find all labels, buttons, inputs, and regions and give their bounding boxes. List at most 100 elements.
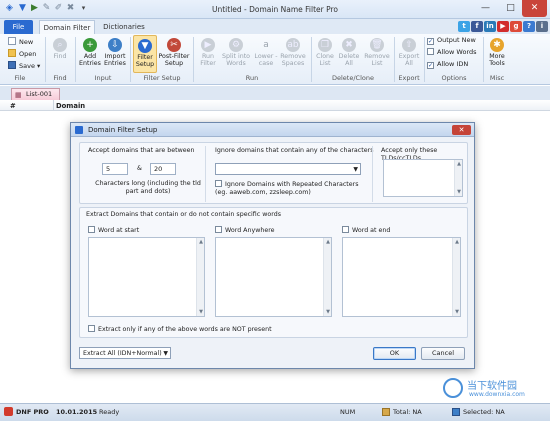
play-icon: ▶ — [201, 38, 215, 52]
lowercase-button[interactable]: a Lower -case — [253, 38, 279, 67]
menu-bar: File Domain Filter Dictionaries t f in ▶… — [0, 19, 550, 34]
scrollbar[interactable]: ▲ ▼ — [452, 238, 460, 316]
ok-button[interactable]: OK — [373, 347, 416, 360]
google-plus-icon[interactable]: g — [510, 21, 522, 32]
grid-header: # Domain — [0, 100, 550, 111]
domain-filter-setup-dialog: Domain Filter Setup ✕ Accept domains tha… — [70, 122, 475, 369]
scroll-up-icon[interactable]: ▲ — [325, 239, 331, 245]
list-tab[interactable]: ▦ List-001 — [11, 88, 60, 100]
word-at-start-list[interactable]: ▲ ▼ — [88, 237, 205, 317]
export-icon: ⇧ — [402, 38, 416, 52]
max-length-input[interactable]: 20 — [150, 163, 176, 175]
column-header-domain[interactable]: Domain — [56, 102, 85, 110]
ignore-characters-dropdown[interactable]: ▼ — [215, 163, 361, 175]
split-into-words-button[interactable]: ⚙ Split into Words — [220, 38, 252, 67]
scroll-down-icon[interactable]: ▼ — [456, 189, 462, 195]
dialog-close-button[interactable]: ✕ — [452, 125, 471, 135]
separator — [75, 37, 76, 82]
allow-idn-checkbox[interactable]: ✓ Allow IDN — [427, 60, 468, 70]
remove-list-button[interactable]: 🗑 Remove List — [363, 38, 391, 67]
criteria-panel: Accept domains that are between 5 & 20 C… — [79, 142, 468, 204]
post-filter-setup-button[interactable]: ✂ Post-Filter Setup — [158, 38, 190, 67]
more-tools-button[interactable]: ✱ More Tools — [486, 38, 508, 67]
cancel-button[interactable]: Cancel — [421, 347, 465, 360]
search-icon: ⌕ — [53, 38, 67, 52]
import-entries-button[interactable]: ⇩ Import Entries — [102, 38, 128, 67]
scroll-up-icon[interactable]: ▲ — [198, 239, 204, 245]
scrollbar[interactable]: ▲ ▼ — [454, 160, 462, 196]
ignore-repeated-checkbox[interactable]: Ignore Domains with Repeated Characters … — [215, 180, 365, 197]
word-at-start-checkbox[interactable]: Word at start — [88, 226, 139, 235]
youtube-icon[interactable]: ▶ — [497, 21, 509, 32]
export-group-label: Export — [398, 74, 420, 82]
separator — [45, 37, 46, 82]
run-group-label: Run — [245, 74, 259, 82]
add-entries-button[interactable]: + Add Entries — [78, 38, 102, 67]
new-button[interactable]: New — [8, 37, 33, 47]
save-button[interactable]: Save ▾ — [8, 61, 40, 71]
info-icon[interactable]: i — [536, 21, 548, 32]
scroll-up-icon[interactable]: ▲ — [456, 161, 462, 167]
extract-panel: Extract Domains that contain or do not c… — [79, 207, 468, 338]
checkbox-checked: ✓ — [427, 62, 434, 69]
accept-between-heading: Accept domains that are between — [88, 147, 195, 154]
extract-mode-select[interactable]: Extract All (IDN+Normal) ▼ — [79, 347, 171, 359]
total-icon — [382, 408, 390, 416]
tools-icon: ✂ — [167, 38, 181, 52]
facebook-icon[interactable]: f — [471, 21, 483, 32]
checkbox-unchecked — [427, 48, 434, 55]
length-note: Characters long (including the tld part … — [95, 180, 201, 195]
filter-group-label: Filter Setup — [143, 74, 181, 82]
run-filter-button[interactable]: ▶ Run Filter — [196, 38, 220, 67]
checkbox-unchecked — [215, 226, 222, 233]
column-header-index[interactable]: # — [10, 102, 16, 110]
tab-dictionaries[interactable]: Dictionaries — [98, 20, 150, 34]
help-icon[interactable]: ? — [523, 21, 535, 32]
maximize-button[interactable]: □ — [498, 0, 523, 17]
scrollbar[interactable]: ▲ ▼ — [323, 238, 331, 316]
scroll-down-icon[interactable]: ▼ — [198, 309, 204, 315]
remove-spaces-button[interactable]: ab Remove Spaces — [279, 38, 307, 67]
gear-icon: ⚙ — [229, 38, 243, 52]
twitter-icon[interactable]: t — [458, 21, 470, 32]
divider — [205, 146, 206, 202]
tab-domain-filter[interactable]: Domain Filter — [39, 20, 95, 34]
output-new-checkbox[interactable]: ✓ Output New — [427, 36, 476, 46]
close-button[interactable]: ✕ — [522, 0, 547, 17]
misc-group-label: Misc — [489, 74, 505, 82]
file-menu-tab[interactable]: File — [4, 20, 33, 34]
scroll-up-icon[interactable]: ▲ — [454, 239, 460, 245]
watermark-url: www.downxia.com — [469, 391, 525, 398]
chevron-down-icon: ▼ — [163, 350, 168, 357]
scroll-down-icon[interactable]: ▼ — [325, 309, 331, 315]
scrollbar[interactable]: ▲ ▼ — [196, 238, 204, 316]
checkbox-unchecked — [88, 325, 95, 332]
allow-words-checkbox[interactable]: Allow Words — [427, 48, 477, 58]
word-anywhere-list[interactable]: ▲ ▼ — [215, 237, 332, 317]
filter-setup-button[interactable]: ▼ Filter Setup — [133, 35, 157, 73]
checkbox-unchecked — [342, 226, 349, 233]
find-button[interactable]: ⌕ Find — [48, 38, 72, 60]
word-at-end-list[interactable]: ▲ ▼ — [342, 237, 461, 317]
clone-list-button[interactable]: ❐ Clone List — [314, 38, 336, 67]
minimize-button[interactable]: — — [473, 0, 498, 17]
dialog-title-bar: Domain Filter Setup — [71, 123, 474, 137]
product-name: DNF PRO — [16, 408, 49, 416]
watermark-logo — [443, 378, 463, 398]
tools-icon: ✱ — [490, 38, 504, 52]
status-state: Ready — [99, 408, 120, 416]
word-anywhere-checkbox[interactable]: Word Anywhere — [215, 226, 275, 235]
new-file-icon — [8, 37, 16, 45]
word-at-end-checkbox[interactable]: Word at end — [342, 226, 390, 235]
watermark: 当下软件园 www.downxia.com — [443, 377, 548, 401]
add-icon: + — [83, 38, 97, 52]
open-button[interactable]: Open — [8, 49, 36, 59]
not-present-checkbox[interactable]: Extract only if any of the above words a… — [88, 325, 272, 334]
min-length-input[interactable]: 5 — [102, 163, 128, 175]
checkbox-checked: ✓ — [427, 38, 434, 45]
scroll-down-icon[interactable]: ▼ — [454, 309, 460, 315]
linkedin-icon[interactable]: in — [484, 21, 496, 32]
delete-all-button[interactable]: ✖ Delete All — [338, 38, 360, 67]
tlds-textarea[interactable]: ▲ ▼ — [383, 159, 463, 197]
export-all-button[interactable]: ⇧ Export All — [397, 38, 421, 67]
